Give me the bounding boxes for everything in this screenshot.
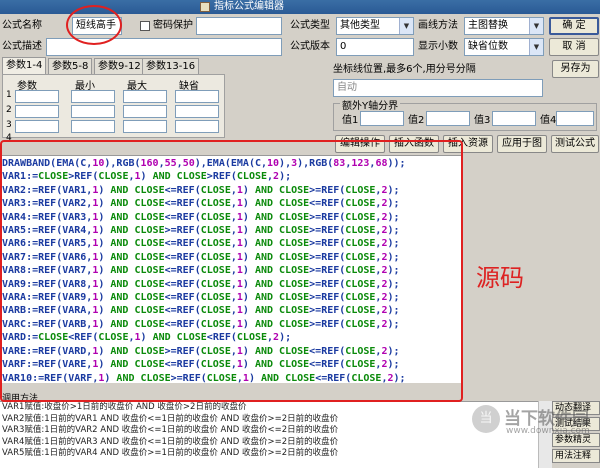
value2-input[interactable] [426,111,470,126]
param-row-number: 2 [6,105,12,115]
formula-version-input[interactable]: 0 [336,38,414,56]
save-as-button[interactable]: 另存为 [552,60,599,78]
ok-button[interactable]: 确 定 [549,17,599,35]
formula-type-value: 其他类型 [340,20,380,31]
watermark-logo-icon: 当 [472,405,500,433]
description-line: VAR3赋值:1日前的VAR2 AND 收盘价<=1日前的收盘价 AND 收盘价… [2,425,339,436]
chevron-down-icon: ▼ [529,39,543,55]
param-max-cell[interactable] [123,105,167,118]
formula-type-label: 公式类型 [290,20,330,31]
test-formula-button[interactable]: 测试公式 [551,135,599,153]
usage-notes-button[interactable]: 用法注释 [552,449,600,463]
tab-params-5-8[interactable]: 参数5-8 [48,58,93,74]
tab-params-9-12[interactable]: 参数9-12 [94,58,145,74]
axis-position-label: 坐标线位置,最多6个,用分号分隔 [333,64,476,75]
extra-y-axis-title: 额外Y轴分界 [340,97,401,112]
highlight-rectangle [0,140,463,402]
param-name-cell[interactable] [15,105,59,118]
param-name-cell[interactable] [15,120,59,133]
value1-label: 值1 [342,115,359,126]
description-line: VAR2赋值:1日前的VAR1 AND 收盘价<=1日前的收盘价 AND 收盘价… [2,413,339,424]
source-code-annotation: 源码 [476,264,524,292]
param-min-cell[interactable] [71,120,115,133]
app-icon [200,2,210,12]
description-line: VAR5赋值:1日前的VAR4 AND 收盘价>=1日前的收盘价 AND 收盘价… [2,448,339,459]
description-line: VAR1赋值:收盘价>1日前的收盘价 AND 收盘价>2日前的收盘价 [2,402,247,412]
value4-input[interactable] [556,111,594,126]
chevron-down-icon: ▼ [399,18,413,34]
param-min-cell[interactable] [71,90,115,103]
usage-description-area[interactable]: VAR1赋值:收盘价>1日前的收盘价 AND 收盘价>2日前的收盘价 VAR2赋值… [0,401,552,468]
highlight-ellipse [66,5,122,45]
value2-label: 值2 [408,115,425,126]
draw-method-select[interactable]: 主图替换 ▼ [464,17,544,35]
value3-input[interactable] [492,111,536,126]
axis-position-input[interactable]: 自动 [333,79,543,97]
value3-label: 值3 [474,115,491,126]
param-row-number: 1 [6,90,12,100]
password-input[interactable] [196,17,282,35]
chevron-down-icon: ▼ [529,18,543,34]
window-title: 指标公式编辑器 [214,1,284,12]
apply-to-chart-button[interactable]: 应用于图 [497,135,547,153]
formula-name-label: 公式名称 [2,20,42,31]
value1-input[interactable] [360,111,404,126]
formula-version-label: 公式版本 [290,41,330,52]
formula-desc-label: 公式描述 [2,41,42,52]
draw-method-value: 主图替换 [468,20,508,31]
value4-label: 值4 [540,115,557,126]
cancel-button[interactable]: 取 消 [549,38,599,56]
param-min-cell[interactable] [71,105,115,118]
param-default-cell[interactable] [175,120,219,133]
param-row-number: 3 [6,120,12,130]
param-default-cell[interactable] [175,105,219,118]
formula-type-select[interactable]: 其他类型 ▼ [336,17,414,35]
decimal-value: 缺省位数 [468,41,508,52]
description-line: VAR4赋值:1日前的VAR3 AND 收盘价<=1日前的收盘价 AND 收盘价… [2,436,339,447]
draw-method-label: 画线方法 [418,20,458,31]
param-default-cell[interactable] [175,90,219,103]
param-table: 参数 最小 最大 缺省 1 2 3 4 [2,74,225,143]
param-max-cell[interactable] [123,90,167,103]
tab-params-13-16[interactable]: 参数13-16 [142,58,200,74]
tab-params-1-4[interactable]: 参数1-4 [2,57,47,74]
param-max-cell[interactable] [123,120,167,133]
decimal-label: 显示小数 [418,41,458,52]
param-name-cell[interactable] [15,90,59,103]
decimal-select[interactable]: 缺省位数 ▼ [464,38,544,56]
password-checkbox[interactable] [140,21,150,31]
password-label: 密码保护 [153,20,193,31]
watermark-url: www.downxia.com [506,426,590,436]
